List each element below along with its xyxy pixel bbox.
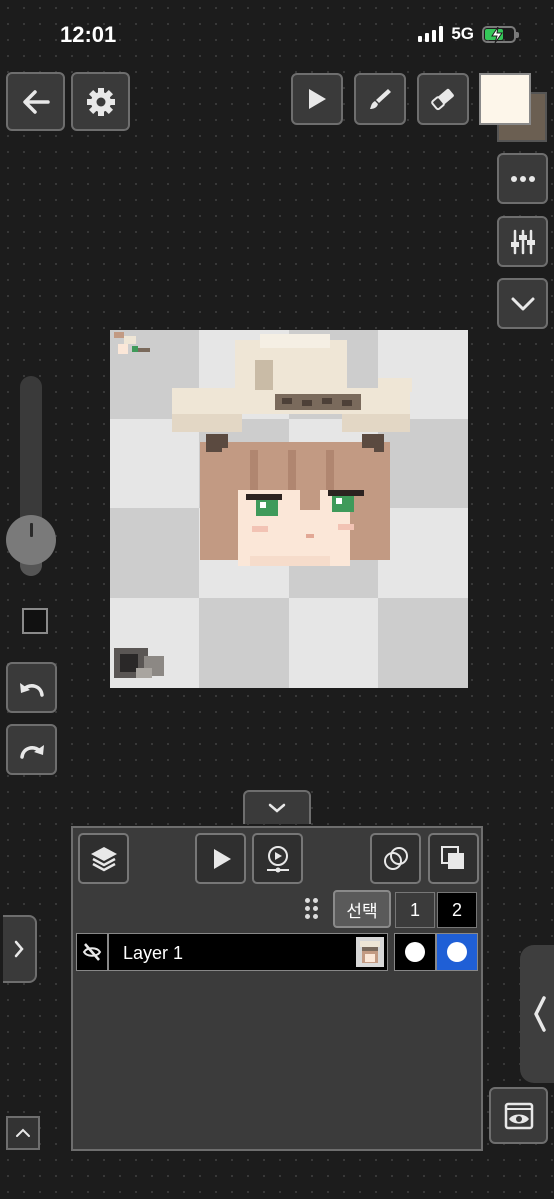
battery-icon: [482, 25, 519, 43]
onion-skin-icon: [383, 846, 408, 870]
arrow-left-icon: [22, 89, 50, 114]
eraser-icon: [431, 88, 454, 111]
brush-size-knob[interactable]: [6, 515, 56, 565]
frame-1-cell[interactable]: [394, 933, 436, 971]
primary-color-swatch[interactable]: [479, 73, 531, 125]
chevron-down-icon: [268, 803, 286, 813]
chevron-left-icon: [534, 996, 546, 1032]
status-time: 12:01: [60, 22, 117, 47]
scroll-up-button[interactable]: [6, 1116, 40, 1150]
redo-button[interactable]: [6, 724, 57, 775]
play-button[interactable]: [195, 833, 246, 884]
network-type: 5G: [451, 24, 474, 43]
pointer-icon: [309, 89, 326, 109]
chevron-up-icon: [16, 1128, 30, 1137]
expand-toolbar-button[interactable]: [497, 278, 548, 329]
open-right-drawer-button[interactable]: [520, 945, 554, 1083]
copy-icon: [440, 845, 464, 869]
drawing-canvas[interactable]: [110, 330, 468, 688]
ellipsis-icon: [510, 175, 535, 182]
brush-tool-button[interactable]: [354, 73, 406, 125]
play-timeline-icon: [266, 845, 289, 872]
select-tool-button[interactable]: [291, 73, 343, 125]
frame-2-header[interactable]: 2: [437, 892, 477, 928]
back-button[interactable]: [6, 72, 65, 131]
layers-button[interactable]: [78, 833, 129, 884]
brush-icon: [370, 89, 391, 109]
open-left-drawer-button[interactable]: [3, 915, 37, 983]
layers-panel: 선택 1 2 Layer 1: [71, 826, 483, 1151]
status-indicators: 5G: [418, 24, 519, 44]
settings-button[interactable]: [71, 72, 130, 131]
sliders-icon: [510, 229, 535, 254]
adjust-button[interactable]: [497, 216, 548, 267]
redo-icon: [19, 744, 44, 759]
frame-2-cell-active[interactable]: [436, 933, 478, 971]
layer-name: Layer 1: [123, 943, 184, 963]
chevron-right-icon: [14, 940, 24, 958]
play-icon: [213, 848, 231, 869]
duplicate-frame-button[interactable]: [428, 833, 479, 884]
undo-icon: [19, 682, 44, 697]
signal-icon: [418, 26, 444, 42]
preview-button[interactable]: [489, 1087, 548, 1144]
drag-handle-icon[interactable]: [305, 898, 318, 919]
undo-button[interactable]: [6, 662, 57, 713]
layers-icon: [90, 846, 117, 871]
eraser-tool-button[interactable]: [417, 73, 469, 125]
preview-animation-button[interactable]: [252, 833, 303, 884]
layer-thumbnail: [356, 937, 384, 967]
layer-visibility-toggle[interactable]: [76, 933, 108, 971]
frame-1-header[interactable]: 1: [395, 892, 435, 928]
collapse-panel-button[interactable]: [243, 790, 311, 824]
hidden-link-icon: [82, 943, 102, 961]
more-button[interactable]: [497, 153, 548, 204]
layer-name-cell[interactable]: Layer 1: [108, 933, 388, 971]
eye-icon: [504, 1102, 533, 1129]
brush-preview-square[interactable]: [22, 608, 48, 634]
gear-icon: [86, 87, 115, 116]
onion-skin-button[interactable]: [370, 833, 421, 884]
chevron-down-icon: [511, 297, 534, 310]
layer-row[interactable]: Layer 1: [76, 933, 481, 973]
select-button[interactable]: 선택: [333, 890, 391, 928]
